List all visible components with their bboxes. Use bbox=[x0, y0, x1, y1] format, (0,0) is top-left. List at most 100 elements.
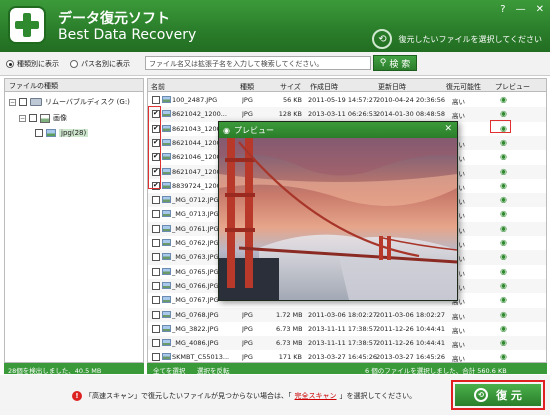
cell-name: _MG_0712.JPG bbox=[172, 196, 219, 205]
cell-rec: 高い bbox=[452, 112, 465, 121]
col-created[interactable]: 作成日時 bbox=[310, 82, 338, 92]
cell-modified: 2011-03-06 18:02:27 bbox=[376, 310, 446, 319]
collapse-icon[interactable]: − bbox=[9, 98, 16, 106]
cell-type: JPG bbox=[242, 324, 253, 333]
cell-name: _MG_3822.JPG bbox=[172, 324, 219, 333]
preview-eye-icon[interactable]: ◉ bbox=[500, 109, 507, 118]
preview-eye-icon[interactable]: ◉ bbox=[500, 252, 507, 261]
row-checkbox[interactable] bbox=[152, 96, 160, 104]
preview-eye-icon[interactable]: ◉ bbox=[500, 281, 507, 290]
row-checkbox[interactable] bbox=[152, 210, 160, 219]
preview-eye-icon[interactable]: ◉ bbox=[500, 352, 507, 361]
preview-eye-icon[interactable]: ◉ bbox=[500, 167, 507, 176]
search-button-label: 検 索 bbox=[389, 59, 411, 70]
restore-clock-icon: ⟲ bbox=[372, 29, 393, 49]
row-checkbox[interactable] bbox=[152, 224, 160, 233]
preview-eye-icon[interactable]: ◉ bbox=[500, 195, 507, 204]
image-file-icon bbox=[162, 339, 171, 347]
table-row[interactable]: SKMBT_C55013... JPG 171 KB 2013-03-27 16:45… bbox=[148, 350, 546, 362]
select-all-link[interactable]: 全てを選択 bbox=[153, 365, 185, 375]
preview-eye-icon[interactable]: ◉ bbox=[500, 209, 507, 218]
view-by-path-radio[interactable]: パス名別に表示 bbox=[70, 59, 130, 69]
preview-image bbox=[219, 138, 458, 300]
cell-name: _MG_0766.JPG bbox=[172, 281, 219, 290]
col-type[interactable]: 種類 bbox=[240, 82, 254, 92]
cell-modified: 2014-01-30 08:48:58 bbox=[376, 110, 446, 119]
cell-created: 2013-11-11 17:38:57 bbox=[308, 339, 378, 348]
cell-type: JPG bbox=[242, 310, 253, 319]
cell-name: _MG_4086.JPG bbox=[172, 339, 219, 348]
invert-selection-link[interactable]: 選択を反転 bbox=[197, 365, 230, 375]
help-button[interactable]: ? bbox=[500, 4, 505, 15]
removable-drive-icon bbox=[30, 98, 42, 106]
preview-eye-icon[interactable]: ◉ bbox=[500, 238, 507, 247]
cell-rec: 高い bbox=[452, 98, 465, 106]
preview-eye-icon[interactable]: ◉ bbox=[500, 181, 507, 190]
preview-eye-icon[interactable]: ◉ bbox=[500, 152, 507, 161]
full-scan-link[interactable]: 完全スキャン bbox=[295, 391, 337, 401]
cell-name: _MG_0765.JPG bbox=[172, 267, 219, 276]
image-file-icon bbox=[162, 253, 171, 261]
preview-eye-icon[interactable]: ◉ bbox=[500, 267, 507, 276]
row-checkbox[interactable] bbox=[152, 281, 160, 290]
search-button[interactable]: ⚲ 検 索 bbox=[373, 55, 417, 71]
cell-name: 8621042_1200... bbox=[172, 110, 227, 119]
image-file-icon bbox=[162, 239, 171, 246]
table-row[interactable]: _MG_0768.JPG JPG 1.72 MB 2011-03-06 18:02:2… bbox=[148, 307, 546, 322]
preview-eye-icon[interactable]: ◉ bbox=[500, 138, 507, 147]
row-checkbox[interactable] bbox=[152, 253, 160, 262]
table-row[interactable]: 8621042_1200... JPG 128 KB 2013-03-11 06:26… bbox=[148, 107, 546, 122]
tree-item-drive[interactable]: − リムーバブルディスク (G:) bbox=[9, 97, 130, 107]
col-recoverability[interactable]: 復元可能性 bbox=[446, 82, 481, 92]
row-checkbox[interactable] bbox=[152, 353, 160, 362]
status-right: 全てを選択 選択を反転 6 個のファイルを選択しました、合計 560.6 KB bbox=[147, 363, 547, 375]
col-name[interactable]: 名前 bbox=[151, 82, 165, 92]
app-logo bbox=[8, 6, 46, 44]
images-checkbox[interactable] bbox=[29, 114, 37, 122]
search-input[interactable]: ファイル名又は拡張子名を入力して検索してください。 bbox=[145, 56, 371, 70]
tree-item-jpg[interactable]: jpg(28) bbox=[35, 129, 89, 137]
image-file-icon bbox=[162, 96, 171, 103]
preview-eye-icon[interactable]: ◉ bbox=[500, 338, 507, 347]
col-modified[interactable]: 更新日時 bbox=[378, 82, 406, 92]
row-checkbox[interactable] bbox=[152, 196, 160, 205]
tree-item-images[interactable]: − 画像 bbox=[19, 113, 67, 123]
preview-eye-icon[interactable]: ◉ bbox=[500, 95, 507, 104]
cell-modified: 2013-03-27 16:45:26 bbox=[376, 353, 446, 362]
minimize-button[interactable]: — bbox=[516, 4, 526, 15]
cell-created: 2013-11-11 17:38:57 bbox=[308, 324, 378, 333]
row-checkbox[interactable] bbox=[152, 310, 160, 319]
collapse-icon[interactable]: − bbox=[19, 114, 26, 122]
table-row[interactable]: _MG_4086.JPG JPG 6.73 MB 2013-11-11 17:38:5… bbox=[148, 336, 546, 351]
cell-type: JPG bbox=[242, 110, 253, 119]
cell-name: _MG_0768.JPG bbox=[172, 310, 219, 319]
cell-created: 2013-03-27 16:45:26 bbox=[308, 353, 378, 362]
jpg-checkbox[interactable] bbox=[35, 129, 43, 137]
eye-icon: ◉ bbox=[223, 125, 230, 135]
row-checkbox[interactable] bbox=[152, 339, 160, 348]
close-button[interactable]: ✕ bbox=[536, 4, 544, 15]
preview-eye-icon[interactable]: ◉ bbox=[500, 224, 507, 233]
preview-eye-icon[interactable]: ◉ bbox=[500, 310, 507, 319]
cell-name: _MG_0767.JPG bbox=[172, 296, 219, 305]
images-label: 画像 bbox=[53, 114, 67, 122]
table-row[interactable]: _MG_3822.JPG JPG 6.73 MB 2013-11-11 17:38:5… bbox=[148, 322, 546, 336]
preview-eye-icon[interactable]: ◉ bbox=[500, 295, 507, 304]
drive-checkbox[interactable] bbox=[19, 98, 27, 106]
col-size[interactable]: サイズ bbox=[280, 82, 301, 92]
preview-close-button[interactable]: ✕ bbox=[444, 124, 452, 134]
row-checkbox[interactable] bbox=[152, 267, 160, 276]
jpg-file-icon bbox=[46, 129, 56, 137]
table-row[interactable]: 100_2487.JPG JPG 56 KB 2011-05-19 14:57:27 2… bbox=[148, 93, 546, 107]
recover-button[interactable]: ⟲ 復 元 bbox=[455, 384, 541, 406]
preview-eye-icon[interactable]: ◉ bbox=[500, 324, 507, 333]
tree-header: ファイルの種類 bbox=[5, 79, 143, 92]
col-preview[interactable]: プレビュー bbox=[495, 82, 530, 92]
cell-name: _MG_0762.JPG bbox=[172, 239, 219, 247]
view-by-type-radio[interactable]: 種類別に表示 bbox=[6, 59, 59, 69]
image-file-icon bbox=[162, 181, 171, 189]
row-checkbox[interactable] bbox=[152, 239, 160, 247]
row-checkbox[interactable] bbox=[152, 296, 160, 305]
row-checkbox[interactable] bbox=[152, 324, 160, 333]
selection-summary: 6 個のファイルを選択しました、合計 560.6 KB bbox=[365, 367, 507, 375]
